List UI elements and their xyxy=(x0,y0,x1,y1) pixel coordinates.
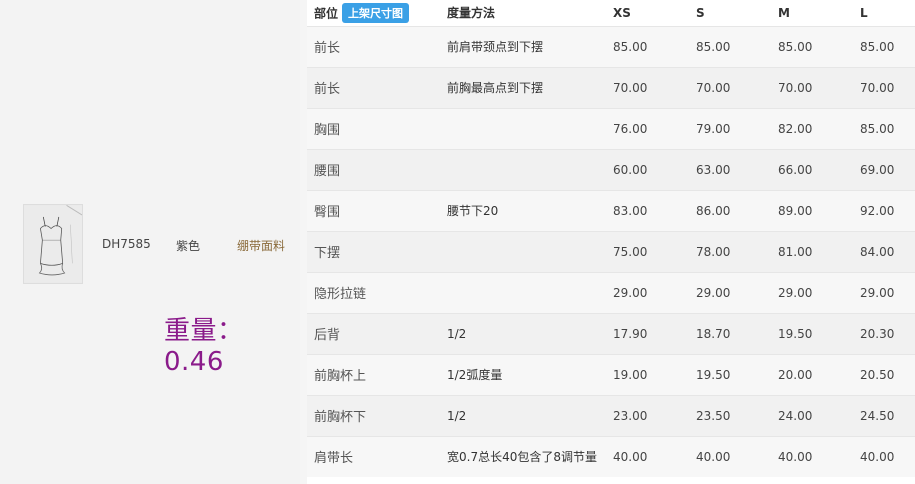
table-row: 前胸杯上 1/2弧度量 19.00 19.50 20.00 20.50 xyxy=(307,354,915,395)
cell-part: 前胸杯下 xyxy=(314,410,367,425)
part-header-label: 部位 xyxy=(314,6,339,21)
cell-method xyxy=(440,231,606,272)
product-weight: 重量：0.46 xyxy=(164,316,244,377)
cell-size-m: 82.00 xyxy=(778,121,813,136)
cell-size-m: 85.00 xyxy=(778,39,813,54)
column-header-size-xs: XS xyxy=(613,5,631,20)
cell-size-l: 20.50 xyxy=(860,367,895,382)
cell-size-xs: 75.00 xyxy=(613,244,648,259)
cell-part: 腰围 xyxy=(314,164,341,179)
cell-method xyxy=(440,108,606,149)
cell-size-l: 24.50 xyxy=(860,408,895,423)
table-row: 腰围 60.00 63.00 66.00 69.00 xyxy=(307,149,915,190)
cell-method: 宽0.7总长40包含了8调节量 xyxy=(447,450,597,465)
cell-size-l: 84.00 xyxy=(860,244,895,259)
cell-size-s: 86.00 xyxy=(696,203,731,218)
table-row: 肩带长 宽0.7总长40包含了8调节量 40.00 40.00 40.00 40.00 xyxy=(307,436,915,477)
cell-part: 胸围 xyxy=(314,123,341,138)
cell-part: 后背 xyxy=(314,328,341,343)
cell-part: 隐形拉链 xyxy=(314,287,367,302)
product-color: 紫色 xyxy=(176,239,201,253)
cell-part: 下摆 xyxy=(314,246,341,261)
cell-size-s: 78.00 xyxy=(696,244,731,259)
table-row: 隐形拉链 29.00 29.00 29.00 29.00 xyxy=(307,272,915,313)
product-sketch-image[interactable] xyxy=(23,204,83,284)
cell-method: 前胸最高点到下摆 xyxy=(447,81,544,95)
cell-size-s: 63.00 xyxy=(696,162,731,177)
table-row: 后背 1/2 17.90 18.70 19.50 20.30 xyxy=(307,313,915,354)
cell-size-xs: 23.00 xyxy=(613,408,648,423)
cell-size-s: 79.00 xyxy=(696,121,731,136)
product-info-panel: DH7585 紫色 绷带面料 重量：0.46 xyxy=(0,0,300,484)
cell-size-l: 85.00 xyxy=(860,39,895,54)
cell-size-m: 24.00 xyxy=(778,408,813,423)
cell-size-xs: 70.00 xyxy=(613,80,648,95)
cell-size-l: 70.00 xyxy=(860,80,895,95)
cell-method: 1/2 xyxy=(447,408,467,423)
column-header-part: 部位 上架尺寸图 xyxy=(307,0,440,26)
table-row: 臀围 腰节下20 83.00 86.00 89.00 92.00 xyxy=(307,190,915,231)
cell-part: 前长 xyxy=(314,82,341,97)
table-row: 前胸杯下 1/2 23.00 23.50 24.00 24.50 xyxy=(307,395,915,436)
cell-size-m: 81.00 xyxy=(778,244,813,259)
cell-size-s: 40.00 xyxy=(696,449,731,464)
cell-size-s: 70.00 xyxy=(696,80,731,95)
cell-size-m: 29.00 xyxy=(778,285,813,300)
cell-size-xs: 85.00 xyxy=(613,39,648,54)
cell-size-s: 29.00 xyxy=(696,285,731,300)
cell-size-m: 19.50 xyxy=(778,326,813,341)
cell-size-l: 29.00 xyxy=(860,285,895,300)
cell-size-xs: 76.00 xyxy=(613,121,648,136)
cell-method: 1/2弧度量 xyxy=(447,368,503,382)
cell-size-s: 85.00 xyxy=(696,39,731,54)
size-chart: 部位 上架尺寸图 度量方法 XS S M L 前长 前肩带颈点到下摆 85.00 85.… xyxy=(307,0,915,484)
cell-part: 肩带长 xyxy=(314,451,354,467)
cell-size-m: 40.00 xyxy=(778,449,813,464)
cell-size-m: 70.00 xyxy=(778,80,813,95)
cell-size-m: 20.00 xyxy=(778,367,813,382)
cell-size-xs: 60.00 xyxy=(613,162,648,177)
table-row: 下摆 75.00 78.00 81.00 84.00 xyxy=(307,231,915,272)
table-row: 胸围 76.00 79.00 82.00 85.00 xyxy=(307,108,915,149)
cell-method: 腰节下20 xyxy=(447,204,499,218)
cell-size-s: 23.50 xyxy=(696,408,731,423)
cell-size-xs: 83.00 xyxy=(613,203,648,218)
cell-size-xs: 19.00 xyxy=(613,367,648,382)
cell-part: 臀围 xyxy=(314,205,341,220)
table-row: 前长 前肩带颈点到下摆 85.00 85.00 85.00 85.00 xyxy=(307,26,915,67)
cell-size-s: 18.70 xyxy=(696,326,731,341)
size-table: 部位 上架尺寸图 度量方法 XS S M L 前长 前肩带颈点到下摆 85.00 85.… xyxy=(307,0,915,477)
cell-size-xs: 40.00 xyxy=(613,449,648,464)
cell-method: 1/2 xyxy=(447,326,467,341)
cell-method xyxy=(440,272,606,313)
cell-size-l: 40.00 xyxy=(860,449,895,464)
column-header-size-m: M xyxy=(778,5,790,20)
cell-size-l: 92.00 xyxy=(860,203,895,218)
cell-size-l: 20.30 xyxy=(860,326,895,341)
upload-size-chart-button[interactable]: 上架尺寸图 xyxy=(342,2,410,23)
cell-size-m: 89.00 xyxy=(778,203,813,218)
cell-part: 前胸杯上 xyxy=(314,369,367,384)
table-row: 前长 前胸最高点到下摆 70.00 70.00 70.00 70.00 xyxy=(307,67,915,108)
table-header-row: 部位 上架尺寸图 度量方法 XS S M L xyxy=(307,0,915,26)
cell-part: 前长 xyxy=(314,41,341,56)
product-fabric: 绷带面料 xyxy=(237,239,286,253)
dress-sketch-icon xyxy=(24,205,82,283)
cell-size-m: 66.00 xyxy=(778,162,813,177)
cell-size-l: 69.00 xyxy=(860,162,895,177)
column-header-size-l: L xyxy=(860,5,868,20)
column-header-method: 度量方法 xyxy=(447,6,496,21)
cell-method xyxy=(440,149,606,190)
cell-method: 前肩带颈点到下摆 xyxy=(447,40,544,54)
column-header-size-s: S xyxy=(696,5,705,20)
product-sku: DH7585 xyxy=(102,237,151,251)
cell-size-l: 85.00 xyxy=(860,121,895,136)
cell-size-s: 19.50 xyxy=(696,367,731,382)
cell-size-xs: 17.90 xyxy=(613,326,648,341)
cell-size-xs: 29.00 xyxy=(613,285,648,300)
